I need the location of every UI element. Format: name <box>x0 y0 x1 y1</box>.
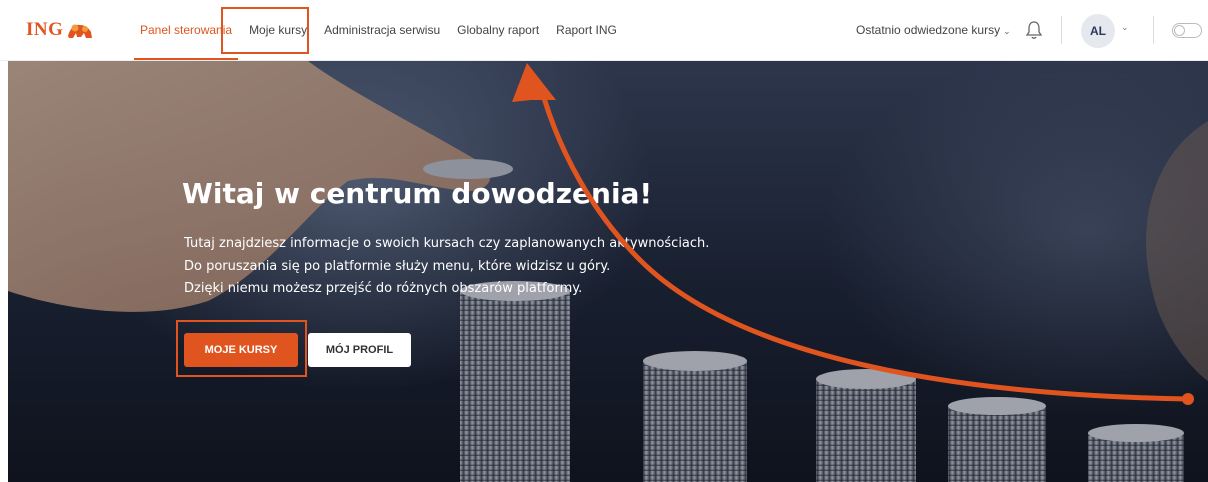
my-courses-button[interactable]: MOJE KURSY <box>184 333 298 367</box>
hero-title: Witaj w centrum dowodzenia! <box>182 177 653 210</box>
nav-item-panel-sterowania[interactable]: Panel sterowania <box>133 0 239 60</box>
top-navbar: ING Panel sterowania Moje kursy Administ… <box>0 0 1208 61</box>
nav-item-globalny-raport[interactable]: Globalny raport <box>457 0 539 60</box>
hero-text-line: Do poruszania się po platformie służy me… <box>184 259 611 274</box>
bell-icon[interactable] <box>1025 20 1043 40</box>
divider <box>1153 16 1154 44</box>
logo-text: ING <box>26 19 64 40</box>
toggle-knob <box>1174 25 1185 36</box>
nav-item-moje-kursy[interactable]: Moje kursy <box>249 0 307 60</box>
theme-toggle[interactable] <box>1172 23 1202 38</box>
divider <box>1061 16 1062 44</box>
chevron-down-icon: ⌄ <box>1003 26 1011 36</box>
recent-courses-dropdown[interactable]: Ostatnio odwiedzone kursy ⌄ <box>856 0 1011 60</box>
chevron-down-icon[interactable]: ⌄ <box>1121 22 1129 33</box>
main-menu: Panel sterowania Moje kursy Administracj… <box>133 0 634 60</box>
nav-item-raport-ing[interactable]: Raport ING <box>556 0 617 60</box>
user-avatar[interactable]: AL <box>1081 14 1115 48</box>
my-profile-button[interactable]: MÓJ PROFIL <box>308 333 411 367</box>
hero-text-line: Tutaj znajdziesz informacje o swoich kur… <box>184 236 710 251</box>
hero-banner: Witaj w centrum dowodzenia! Tutaj znajdz… <box>8 61 1208 482</box>
ing-logo[interactable]: ING <box>26 18 94 42</box>
recent-courses-label: Ostatnio odwiedzone kursy <box>856 23 1001 37</box>
nav-item-administracja-serwisu[interactable]: Administracja serwisu <box>324 0 440 60</box>
ing-lion-icon <box>68 24 93 38</box>
hero-text-line: Dzięki niemu możesz przejść do różnych o… <box>184 281 583 296</box>
